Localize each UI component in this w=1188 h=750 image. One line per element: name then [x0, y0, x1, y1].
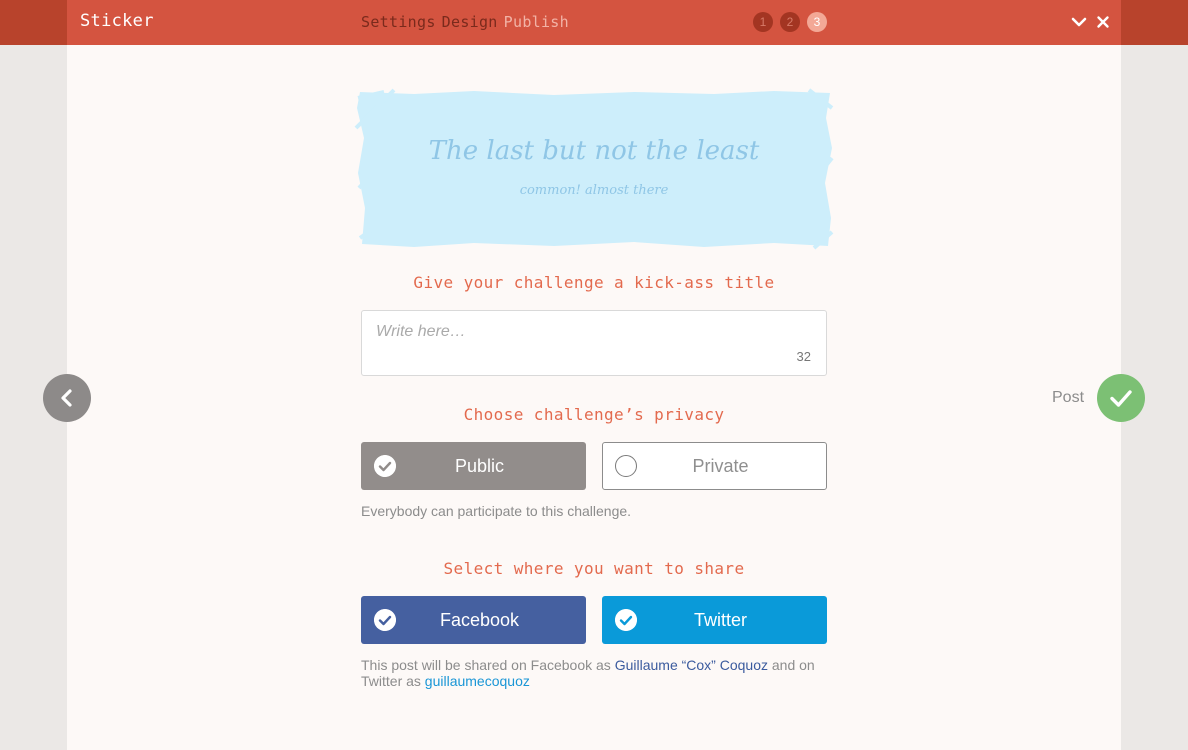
collapse-button[interactable]	[1070, 11, 1088, 33]
private-option-button[interactable]: Private	[602, 442, 827, 490]
chevron-down-icon	[1071, 17, 1087, 27]
post-button[interactable]	[1097, 374, 1145, 422]
facebook-share-button[interactable]: Facebook	[361, 596, 586, 644]
title-input[interactable]	[376, 323, 796, 341]
share-heading: Select where you want to share	[443, 559, 745, 578]
step-number-1[interactable]: 1	[753, 12, 773, 32]
char-counter: 32	[796, 349, 811, 364]
twitter-user-link[interactable]: guillaumecoquoz	[425, 673, 530, 689]
close-icon	[1097, 16, 1109, 28]
sticker-title: The last but not the least	[428, 136, 760, 166]
privacy-heading: Choose challenge’s privacy	[463, 405, 725, 424]
radio-empty-icon	[615, 455, 637, 477]
step-tabs: Settings Design Publish	[361, 13, 575, 31]
sticker-preview: The last but not the least common! almos…	[354, 88, 834, 250]
app-title: Sticker	[80, 11, 154, 31]
check-circle-icon	[374, 609, 396, 631]
facebook-user-link[interactable]: Guillaume “Cox” Coquoz	[615, 657, 768, 673]
tab-settings[interactable]: Settings	[361, 13, 436, 31]
check-circle-icon	[615, 609, 637, 631]
public-option-button[interactable]: Public	[361, 442, 586, 490]
chevron-left-icon	[61, 389, 72, 407]
window-header: Sticker Settings Design Publish 1 2 3	[67, 0, 1121, 45]
top-bar: Sticker Settings Design Publish 1 2 3	[0, 0, 1188, 45]
share-note: This post will be shared on Facebook as …	[361, 657, 831, 689]
privacy-description: Everybody can participate to this challe…	[361, 503, 632, 519]
share-note-prefix: This post will be shared on Facebook as	[361, 657, 615, 673]
title-field[interactable]: 32	[361, 310, 827, 376]
sticker-subtitle: common! almost there	[519, 183, 669, 198]
twitter-share-button[interactable]: Twitter	[602, 596, 827, 644]
sticker-background	[354, 88, 834, 250]
checkmark-icon	[1110, 390, 1132, 407]
title-heading: Give your challenge a kick-ass title	[413, 273, 775, 292]
step-number-3[interactable]: 3	[807, 12, 827, 32]
close-button[interactable]	[1094, 11, 1112, 33]
tab-publish[interactable]: Publish	[504, 13, 569, 31]
post-label: Post	[1052, 389, 1085, 406]
step-number-2[interactable]: 2	[780, 12, 800, 32]
step-indicator: 1 2 3	[753, 12, 827, 32]
tab-design[interactable]: Design	[442, 13, 498, 31]
check-circle-icon	[374, 455, 396, 477]
back-button[interactable]	[43, 374, 91, 422]
